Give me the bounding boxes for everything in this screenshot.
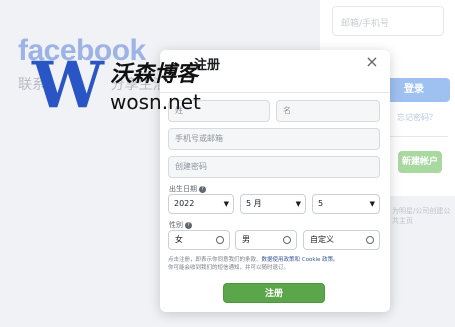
phone-email-input[interactable]: 手机号或邮箱	[168, 128, 380, 150]
gender-label: 性别?	[169, 220, 192, 230]
help-icon[interactable]: ?	[185, 221, 192, 229]
signup-submit-button[interactable]: 注册	[223, 283, 325, 303]
birthday-label: 出生日期?	[169, 184, 206, 194]
radio-icon[interactable]	[283, 236, 291, 244]
divider	[386, 136, 448, 137]
password-input[interactable]: 创建密码	[168, 156, 380, 178]
radio-icon[interactable]	[216, 236, 224, 244]
chevron-down-icon: ▼	[369, 200, 375, 208]
terms-text: 点击注册，即表示你同意我们的条款、数据使用政策和 Cookie 政策。 你可能会…	[168, 257, 339, 271]
gender-option-male[interactable]: 男	[235, 230, 297, 250]
birth-day-select[interactable]: 5 ▼	[312, 194, 380, 214]
chevron-down-icon: ▼	[295, 200, 301, 208]
watermark-logo-icon: W	[32, 48, 104, 123]
create-page-note: 为明星/公司创建公共主页	[392, 207, 451, 225]
gender-option-custom[interactable]: 自定义	[303, 230, 380, 250]
help-icon[interactable]: ?	[199, 185, 206, 193]
policy-link[interactable]: 数据使用政策和 Cookie 政策。	[262, 257, 339, 263]
forgot-password-link[interactable]: 忘记密码？	[397, 112, 437, 123]
chevron-down-icon: ▼	[223, 200, 229, 208]
create-account-button[interactable]: 新建帐户	[398, 151, 442, 173]
watermark-url: wosn.net	[110, 90, 201, 114]
login-email-input[interactable]: 邮箱/手机号	[332, 6, 444, 36]
birth-month-select[interactable]: 5 月 ▼	[240, 194, 306, 214]
gender-option-female[interactable]: 女	[168, 230, 230, 250]
close-icon[interactable]: ×	[363, 53, 381, 71]
last-name-input[interactable]: 名	[276, 100, 380, 122]
radio-icon[interactable]	[366, 236, 374, 244]
watermark-name: 沃森博客	[110, 62, 199, 87]
birth-year-select[interactable]: 2022 ▼	[168, 194, 234, 214]
